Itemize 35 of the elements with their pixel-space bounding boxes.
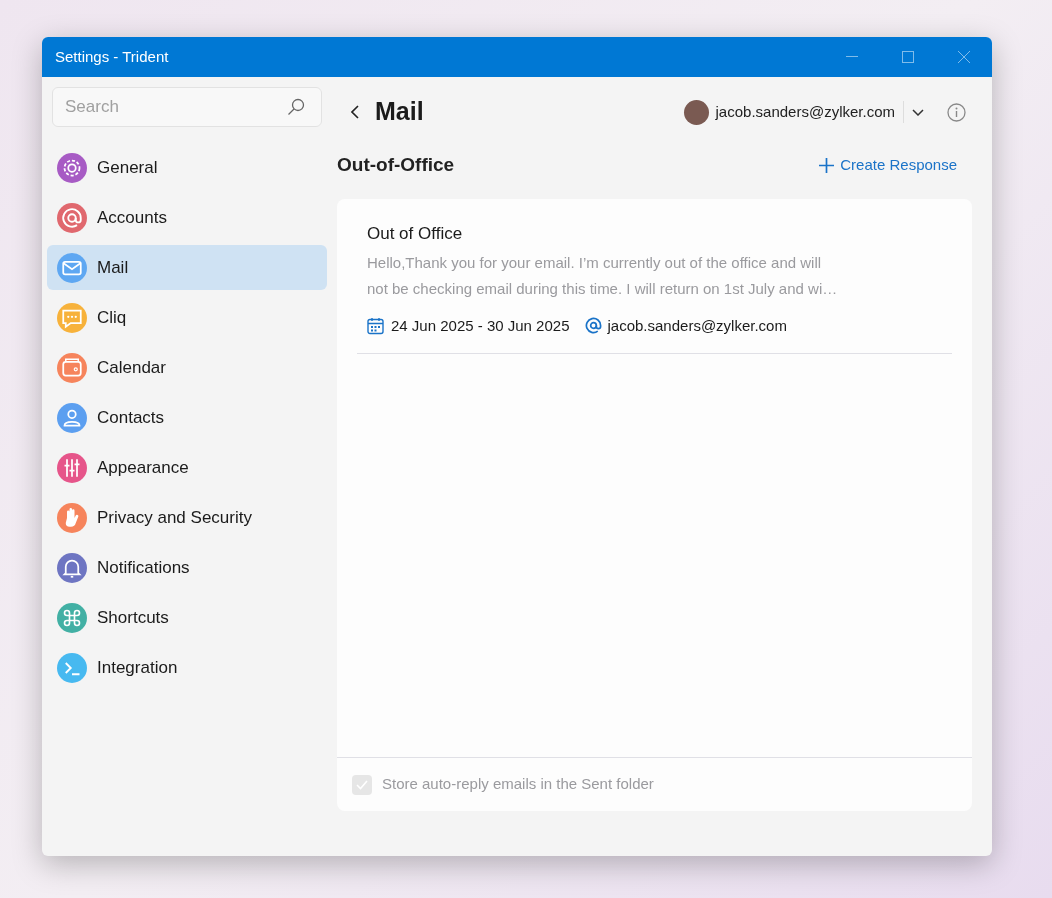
calendar-icon — [367, 316, 384, 335]
sidebar-item[interactable]: Cliq — [47, 295, 327, 340]
window-title: Settings - Trident — [55, 46, 170, 67]
search-field[interactable]: Search — [52, 87, 322, 127]
sidebar-item[interactable]: Accounts — [47, 195, 327, 240]
date-range: 24 Jun 2025 - 30 Jun 2025 — [391, 315, 570, 336]
account-email: jacob.sanders@zylker.com — [715, 101, 895, 122]
sidebar-item[interactable]: Privacy and Security — [47, 495, 327, 540]
sidebar-item[interactable]: Appearance — [47, 445, 327, 490]
sidebar-item[interactable]: Integration — [47, 645, 327, 690]
maximize-icon — [902, 51, 914, 63]
section-title: Out-of-Office — [337, 152, 455, 177]
plus-icon — [819, 157, 835, 173]
page-title: Mail — [375, 96, 425, 128]
info-button[interactable] — [946, 102, 966, 122]
sidebar-item[interactable]: Contacts — [47, 395, 327, 440]
sidebar-item[interactable]: Shortcuts — [47, 595, 327, 640]
check-icon — [356, 779, 368, 790]
avatar — [683, 99, 709, 125]
at-sign-icon — [585, 317, 603, 335]
sidebar-item[interactable]: General — [47, 145, 327, 190]
back-icon — [351, 105, 359, 119]
sidebar-item[interactable]: Notifications — [47, 545, 327, 590]
checkbox-label: Store auto-reply emails in the Sent folder — [382, 774, 654, 795]
create-response-link[interactable]: Create Response — [819, 153, 957, 177]
close-icon — [958, 51, 970, 63]
sidebar-item[interactable]: Mail — [47, 245, 327, 290]
minimize-icon — [846, 56, 858, 58]
search-icon — [287, 98, 305, 116]
info-icon — [946, 102, 966, 122]
response-account: jacob.sanders@zylker.com — [607, 315, 787, 336]
response-message: Hello,Thank you for your email. I’m currently out of the office and will not be checking email during this time. I will return on 1st July and wi… — [367, 252, 839, 299]
chevron-down-icon — [912, 108, 924, 116]
response-title: Out of Office — [367, 223, 464, 245]
sidebar-item[interactable]: Calendar — [47, 345, 327, 390]
